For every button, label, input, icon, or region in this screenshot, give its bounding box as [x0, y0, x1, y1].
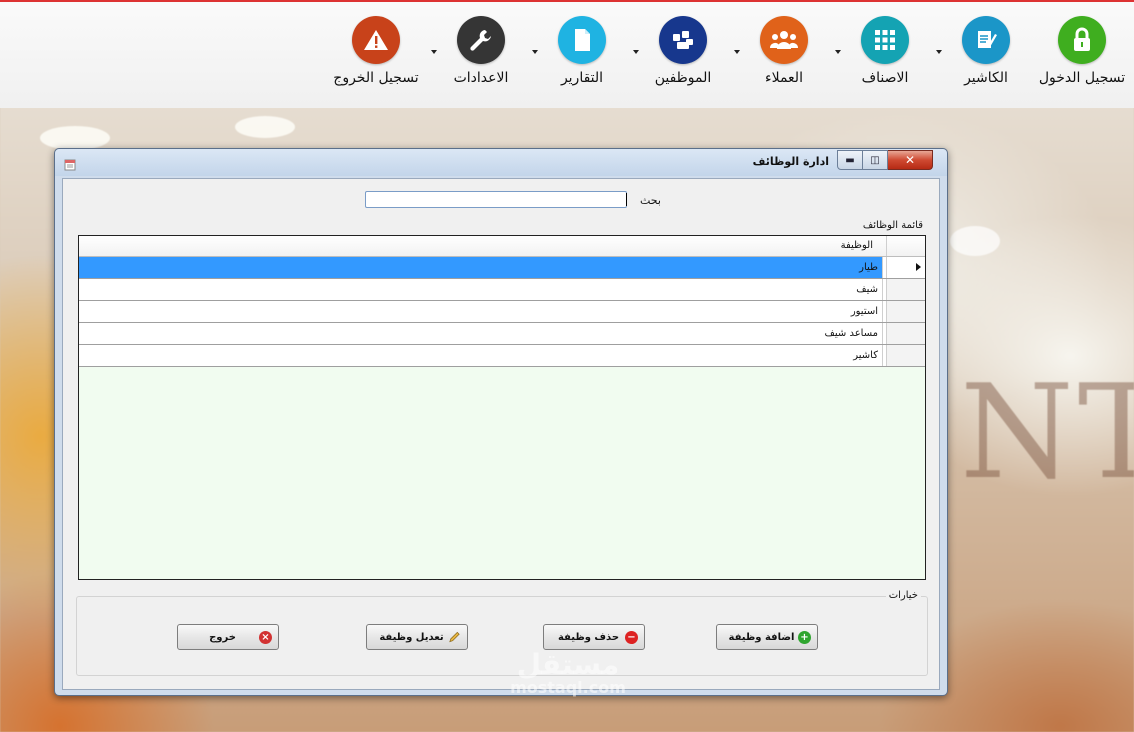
- toolbar-reports[interactable]: التقارير: [537, 16, 627, 96]
- job-cell[interactable]: طيار: [79, 257, 883, 278]
- chevron-down-icon[interactable]: [734, 50, 740, 54]
- row-header-corner: [886, 236, 925, 256]
- grid-header: الوظيفة: [79, 236, 925, 257]
- lock-icon: [1058, 16, 1106, 64]
- toolbar-customers-label: العملاء: [765, 70, 803, 86]
- close-icon: ✕: [904, 153, 916, 167]
- toolbar-logout-label: تسجيل الخروج: [333, 70, 419, 86]
- row-header[interactable]: [886, 301, 925, 322]
- toolbar-employees[interactable]: الموظفين: [638, 16, 728, 96]
- toolbar-customers[interactable]: العملاء: [739, 16, 829, 96]
- search-input[interactable]: [365, 191, 627, 208]
- toolbar-items-label: الاصناف: [861, 70, 909, 86]
- table-row[interactable]: شيف: [79, 279, 925, 301]
- toolbar-settings[interactable]: الاعدادات: [436, 16, 526, 96]
- row-header[interactable]: [886, 279, 925, 300]
- text-cursor: [626, 193, 627, 206]
- exit-label: خروج: [209, 631, 236, 643]
- app-icon: [64, 156, 76, 171]
- window-client-area: بحث قائمة الوظائف الوظيفة طيار شيف استيو…: [62, 178, 940, 690]
- group-icon: [760, 16, 808, 64]
- table-row[interactable]: استيور: [79, 301, 925, 323]
- watermark-url: mostaql.com: [510, 678, 626, 697]
- toolbar-logout[interactable]: تسجيل الخروج: [331, 16, 421, 96]
- jobs-list-group-title: قائمة الوظائف: [862, 220, 923, 231]
- toolbar-cashier[interactable]: الكاشير: [941, 16, 1031, 96]
- plus-icon: +: [798, 630, 811, 644]
- edit-job-label: تعديل وظيفة: [379, 631, 444, 643]
- close-circle-icon: ×: [259, 630, 272, 644]
- delete-job-label: حذف وظيفة: [557, 631, 620, 643]
- job-cell[interactable]: كاشير: [79, 345, 883, 366]
- wall-decoration: NT=: [960, 356, 1134, 508]
- toolbar-settings-label: الاعدادات: [453, 70, 509, 86]
- edit-job-button[interactable]: تعديل وظيفة: [366, 624, 468, 650]
- job-cell[interactable]: مساعد شيف: [79, 323, 883, 344]
- pencil-icon: [448, 631, 461, 644]
- toolbar-employees-label: الموظفين: [654, 70, 712, 86]
- watermark: مستقل mostaql.com: [498, 650, 638, 696]
- table-row[interactable]: مساعد شيف: [79, 323, 925, 345]
- jobs-management-window: ادارة الوظائف ▬ ◫ ✕ بحث قائمة الوظائف ال…: [54, 148, 948, 696]
- row-header[interactable]: [886, 345, 925, 366]
- window-title: ادارة الوظائف: [752, 155, 829, 168]
- maximize-button[interactable]: ◫: [863, 150, 888, 170]
- employees-icon: [659, 16, 707, 64]
- report-page-icon: [558, 16, 606, 64]
- toolbar-reports-label: التقارير: [560, 70, 604, 86]
- jobs-grid[interactable]: الوظيفة طيار شيف استيور مساعد شيف كاشير: [78, 235, 926, 580]
- search-label: بحث: [640, 194, 661, 207]
- toolbar-login[interactable]: تسجيل الدخول: [1037, 16, 1127, 96]
- chevron-down-icon[interactable]: [633, 50, 639, 54]
- row-header[interactable]: [886, 257, 925, 278]
- close-button[interactable]: ✕: [888, 150, 933, 170]
- table-row[interactable]: طيار: [79, 257, 925, 279]
- toolbar-items[interactable]: الاصناف: [840, 16, 930, 96]
- warning-icon: [352, 16, 400, 64]
- minimize-button[interactable]: ▬: [837, 150, 863, 170]
- window-controls: ▬ ◫ ✕: [837, 150, 933, 170]
- watermark-logo: مستقل: [516, 648, 620, 681]
- chevron-down-icon[interactable]: [431, 50, 437, 54]
- main-toolbar: تسجيل الدخول الكاشير الاصناف العملاء الم…: [0, 0, 1134, 108]
- restore-icon: ◫: [870, 154, 880, 166]
- options-group-title: خيارات: [885, 590, 921, 601]
- row-pointer-icon: [916, 263, 921, 271]
- wrench-icon: [457, 16, 505, 64]
- minimize-icon: ▬: [845, 154, 855, 166]
- row-header[interactable]: [886, 323, 925, 344]
- ceiling-light: [40, 126, 110, 150]
- toolbar-login-label: تسجيل الدخول: [1038, 70, 1126, 86]
- document-pen-icon: [962, 16, 1010, 64]
- minus-icon: −: [625, 630, 638, 644]
- table-row[interactable]: كاشير: [79, 345, 925, 367]
- chevron-down-icon[interactable]: [532, 50, 538, 54]
- ceiling-light: [950, 226, 1000, 256]
- ceiling-light: [235, 116, 295, 138]
- window-titlebar[interactable]: ادارة الوظائف ▬ ◫ ✕: [55, 149, 947, 176]
- job-cell[interactable]: استيور: [79, 301, 883, 322]
- exit-button[interactable]: خروج ×: [177, 624, 279, 650]
- add-job-label: اضافة وظيفة: [728, 631, 795, 643]
- chevron-down-icon[interactable]: [835, 50, 841, 54]
- chevron-down-icon[interactable]: [936, 50, 942, 54]
- add-job-button[interactable]: اضافة وظيفة +: [716, 624, 818, 650]
- grid-icon: [861, 16, 909, 64]
- toolbar-cashier-label: الكاشير: [964, 70, 1008, 86]
- job-cell[interactable]: شيف: [79, 279, 883, 300]
- column-header-job[interactable]: الوظيفة: [841, 240, 873, 251]
- delete-job-button[interactable]: حذف وظيفة −: [543, 624, 645, 650]
